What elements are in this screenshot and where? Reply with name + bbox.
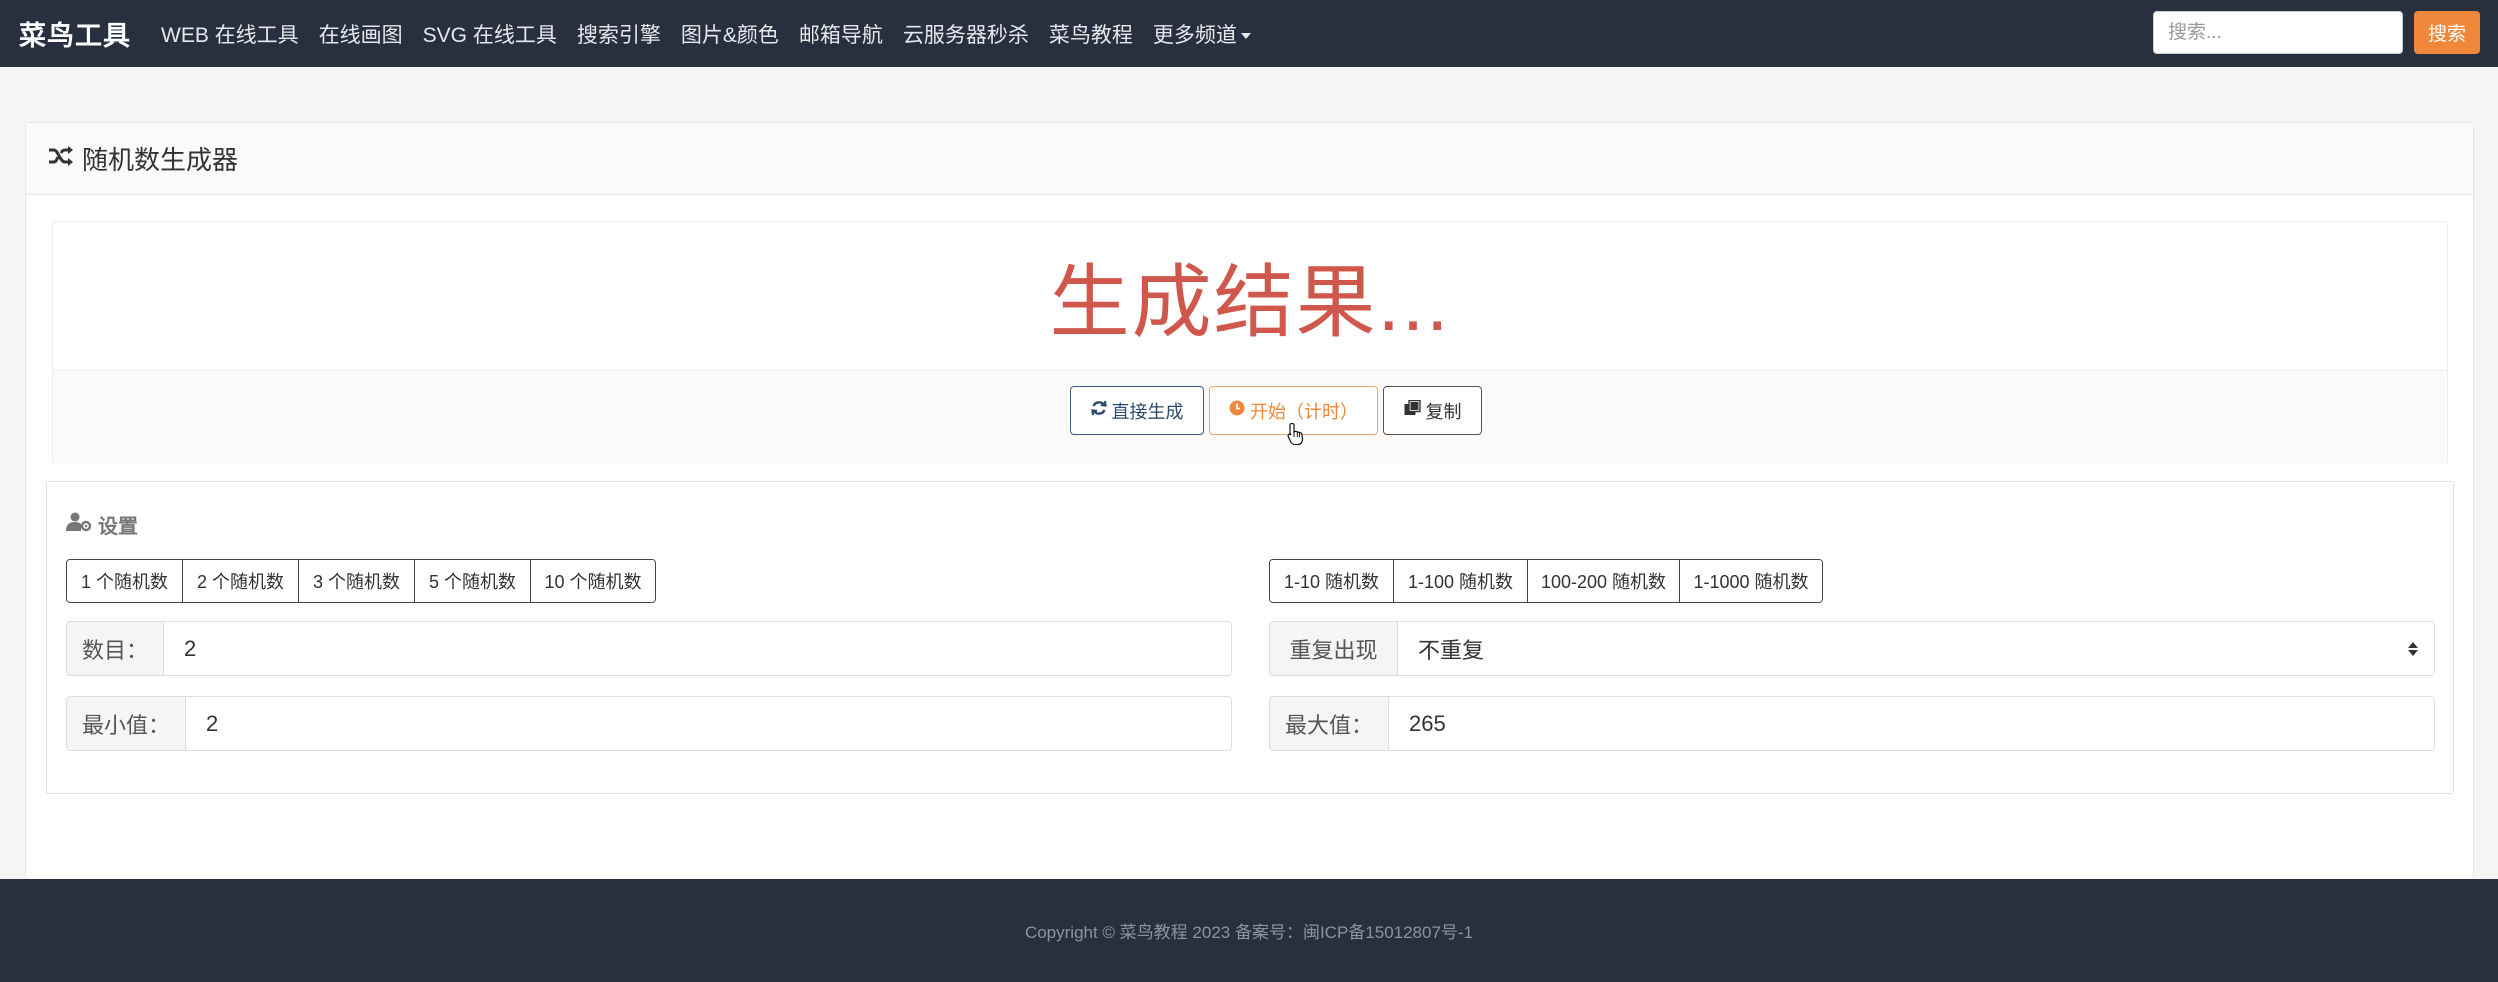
page-title: 随机数生成器 [82,145,239,175]
max-label: 最大值： [1270,697,1389,750]
select-arrows-icon [2408,641,2418,656]
search-input[interactable] [2153,11,2403,54]
copy-button[interactable]: 复制 [1383,386,1482,435]
settings-section: 设置 1 个随机数 2 个随机数 3 个随机数 5 个随机数 10 个随机数 1… [46,481,2454,794]
clock-icon [1229,400,1250,421]
count-field[interactable]: 2 [164,622,1231,675]
nav-item-search-engines[interactable]: 搜索引擎 [577,19,661,49]
generate-button[interactable]: 直接生成 [1070,386,1204,435]
nav-item-images-colors[interactable]: 图片&颜色 [681,19,779,49]
nav-item-cloud-deals[interactable]: 云服务器秒杀 [903,19,1029,49]
brand-logo[interactable]: 菜鸟工具 [19,14,131,53]
preset-range-1-10[interactable]: 1-10 随机数 [1270,560,1394,602]
min-field[interactable]: 2 [186,697,1231,750]
result-actions: 直接生成 开始（计时） 复制 [53,370,2447,464]
search-button[interactable]: 搜索 [2414,11,2480,54]
result-display: 生成结果... [1049,258,1451,347]
repeat-input-group: 重复出现 不重复 [1269,621,2435,676]
more-channels-label: 更多频道 [1152,23,1237,47]
preset-count-1[interactable]: 1 个随机数 [67,560,183,602]
count-presets: 1 个随机数 2 个随机数 3 个随机数 5 个随机数 10 个随机数 [66,559,656,603]
nav-item-tutorial[interactable]: 菜鸟教程 [1049,19,1133,49]
nav-item-svg-tools[interactable]: SVG 在线工具 [423,19,557,49]
copyright-text: Copyright © 菜鸟教程 2023 备案号：闽ICP备15012807号… [1024,923,1474,942]
generate-label: 直接生成 [1111,401,1184,422]
preset-count-2[interactable]: 2 个随机数 [183,560,299,602]
max-field[interactable]: 265 [1389,697,2434,750]
top-navbar: 菜鸟工具 WEB 在线工具 在线画图 SVG 在线工具 搜索引擎 图片&颜色 邮… [0,0,2498,67]
start-timer-button[interactable]: 开始（计时） [1209,386,1378,435]
settings-title: 设置 [98,516,138,538]
preset-range-1-100[interactable]: 1-100 随机数 [1394,560,1528,602]
user-gear-icon [66,512,98,538]
nav-item-web-tools[interactable]: WEB 在线工具 [161,19,299,49]
repeat-selected-value: 不重复 [1418,637,1485,663]
range-presets: 1-10 随机数 1-100 随机数 100-200 随机数 1-1000 随机… [1269,559,1823,603]
start-label: 开始（计时） [1250,401,1358,422]
nav-item-online-drawing[interactable]: 在线画图 [319,19,403,49]
preset-range-1-1000[interactable]: 1-1000 随机数 [1680,560,1822,602]
shuffle-icon [48,143,82,174]
preset-count-10[interactable]: 10 个随机数 [531,560,655,602]
repeat-select[interactable]: 不重复 [1398,622,2434,675]
page-footer: Copyright © 菜鸟教程 2023 备案号：闽ICP备15012807号… [0,879,2498,982]
nav-item-more-channels[interactable]: 更多频道 [1153,19,1251,49]
preset-count-5[interactable]: 5 个随机数 [415,560,531,602]
count-label: 数目： [67,622,164,675]
random-number-panel: 随机数生成器 生成结果... 直接生成 开始（计时） 复制 设置 1 个随机数 … [25,122,2474,880]
nav-item-mail-nav[interactable]: 邮箱导航 [799,19,883,49]
settings-heading: 设置 [66,510,138,539]
panel-heading: 随机数生成器 [26,123,2473,195]
preset-count-3[interactable]: 3 个随机数 [299,560,415,602]
refresh-icon [1090,400,1112,421]
result-box: 生成结果... 直接生成 开始（计时） 复制 [52,221,2448,464]
count-input-group: 数目： 2 [66,621,1232,676]
repeat-label: 重复出现 [1270,622,1398,675]
min-input-group: 最小值： 2 [66,696,1232,751]
caret-down-icon [1240,32,1251,39]
min-label: 最小值： [67,697,186,750]
max-input-group: 最大值： 265 [1269,696,2435,751]
copy-icon [1404,399,1426,421]
preset-range-100-200[interactable]: 100-200 随机数 [1528,560,1680,602]
copy-label: 复制 [1425,401,1462,422]
